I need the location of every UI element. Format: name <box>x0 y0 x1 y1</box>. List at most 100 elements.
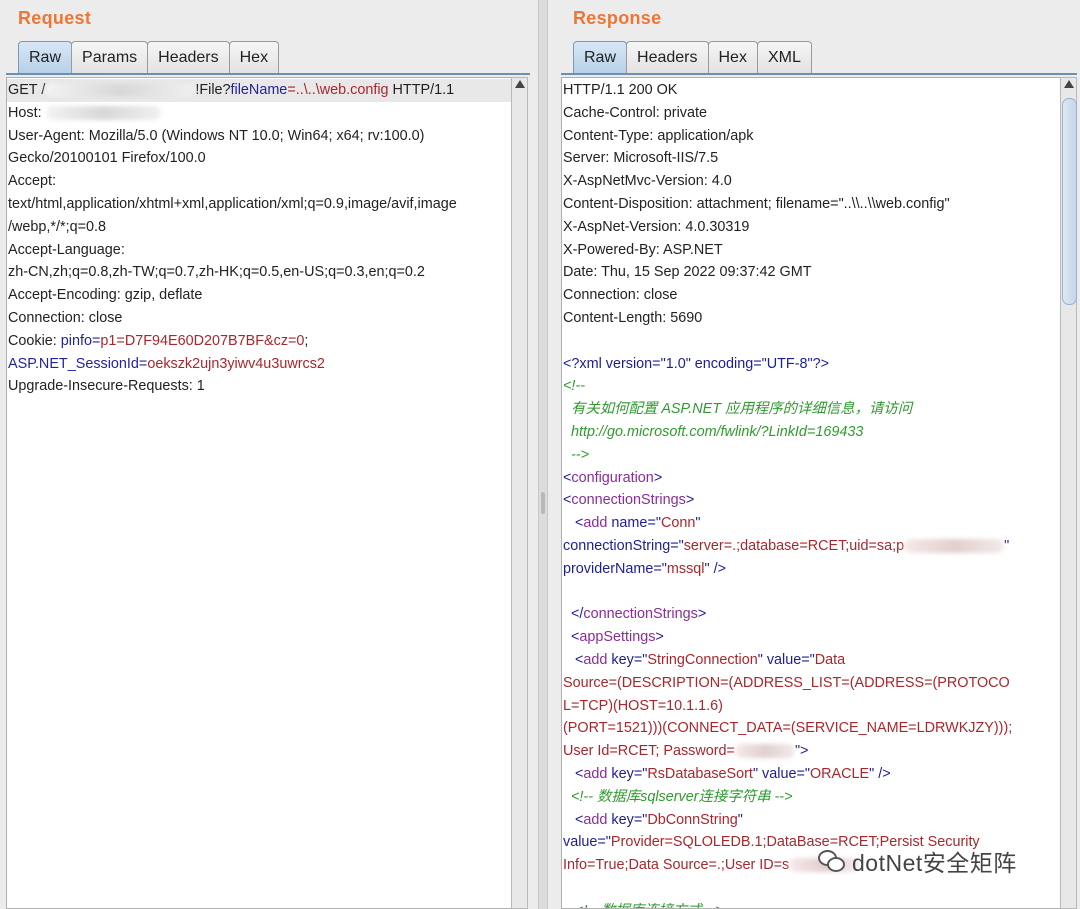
code-token: add <box>583 515 612 532</box>
code-token: =" <box>633 651 648 668</box>
code-line[interactable]: Gecko/20100101 Firefox/100.0 <box>7 147 511 170</box>
code-line[interactable]: (PORT=1521)))(CONNECT_DATA=(SERVICE_NAME… <box>562 717 1060 740</box>
code-token: Cache-Control: private <box>563 104 707 121</box>
code-line[interactable]: X-Powered-By: ASP.NET <box>562 239 1060 262</box>
code-line[interactable]: Content-Length: 5690 <box>562 307 1060 330</box>
code-line[interactable]: <!-- 数据库连接方式 --> <box>562 900 1060 908</box>
code-line[interactable]: Cookie: pinfo=p1=D7F94E60D207B7BF&cz=0; <box>7 330 511 353</box>
scroll-thumb[interactable] <box>1062 98 1077 305</box>
code-line[interactable]: Accept: <box>7 170 511 193</box>
code-token: ASP.NET_SessionId <box>8 355 139 372</box>
code-line[interactable]: Source=(DESCRIPTION=(ADDRESS_LIST=(ADDRE… <box>562 672 1060 695</box>
response-tab-xml[interactable]: XML <box>756 41 812 73</box>
code-token: (PORT=1521)))(CONNECT_DATA=(SERVICE_NAME… <box>563 720 1013 737</box>
code-line[interactable]: GET / !File?fileName=..\..\web.config HTT… <box>7 79 511 102</box>
request-pane: Request Raw Params Headers Hex GET / !Fil… <box>0 0 538 909</box>
code-line[interactable]: Content-Type: application/apk <box>562 125 1060 148</box>
code-token: =" <box>670 537 684 554</box>
code-line[interactable]: http://go.microsoft.com/fwlink/?LinkId=1… <box>562 421 1060 444</box>
code-line[interactable]: X-AspNet-Version: 4.0.30319 <box>562 216 1060 239</box>
code-token: http://go.microsoft.com/fwlink/?LinkId=1… <box>563 423 864 440</box>
code-token: > <box>655 629 664 646</box>
code-token: !File? <box>195 82 231 98</box>
code-token: " <box>695 515 701 532</box>
code-line[interactable]: <!-- <box>562 375 1060 398</box>
split-pane-divider[interactable] <box>538 0 548 909</box>
response-scrollbar[interactable] <box>1060 77 1077 909</box>
code-line[interactable]: Content-Disposition: attachment; filenam… <box>562 193 1060 216</box>
code-line[interactable]: Server: Microsoft-IIS/7.5 <box>562 147 1060 170</box>
response-tab-hex[interactable]: Hex <box>707 41 758 73</box>
code-token: HTTP/1.1 200 OK <box>563 82 678 98</box>
code-token: Date: Thu, 15 Sep 2022 09:37:42 GMT <box>563 264 812 281</box>
scroll-up-arrow-icon[interactable] <box>515 80 525 88</box>
code-token: connectionStrings <box>583 606 698 623</box>
code-line[interactable]: HTTP/1.1 200 OK <box>562 79 1060 102</box>
code-line[interactable]: Connection: close <box>7 307 511 330</box>
request-tab-params[interactable]: Params <box>71 41 149 73</box>
code-line[interactable]: <add key="DbConnString" <box>562 809 1060 832</box>
request-editor[interactable]: GET / !File?fileName=..\..\web.config HTT… <box>6 77 512 909</box>
scroll-up-arrow-icon[interactable] <box>1064 80 1074 88</box>
code-line[interactable]: <appSettings> <box>562 626 1060 649</box>
code-line[interactable]: Host: <box>7 102 511 125</box>
response-pane: Response Raw Headers Hex XML HTTP/1.1 20… <box>548 0 1080 909</box>
request-tab-raw[interactable]: Raw <box>18 41 73 74</box>
code-line[interactable]: ASP.NET_SessionId=oekszk2ujn3yiwv4u3uwrc… <box>7 353 511 376</box>
response-tab-raw[interactable]: Raw <box>573 41 628 74</box>
code-line[interactable]: <connectionStrings> <box>562 489 1060 512</box>
code-line[interactable]: text/html,application/xhtml+xml,applicat… <box>7 193 511 216</box>
code-token: =" <box>653 560 667 577</box>
code-line[interactable]: /webp,*/*;q=0.8 <box>7 216 511 239</box>
code-token: < <box>563 811 584 828</box>
code-token: " /> <box>704 560 727 577</box>
code-line[interactable]: Date: Thu, 15 Sep 2022 09:37:42 GMT <box>562 261 1060 284</box>
request-scrollbar[interactable] <box>511 77 528 909</box>
code-token: " <box>752 765 763 782</box>
code-token: connectionStrings <box>571 492 686 509</box>
request-tab-hex[interactable]: Hex <box>228 41 280 73</box>
code-token: ORACLE <box>809 765 870 782</box>
code-line[interactable]: </connectionStrings> <box>562 603 1060 626</box>
response-editor[interactable]: HTTP/1.1 200 OK Cache-Control: private Con… <box>561 77 1061 909</box>
code-line[interactable]: <add name="Conn" <box>562 512 1060 535</box>
divider-grip-icon[interactable] <box>541 492 545 514</box>
code-token: > <box>685 492 695 509</box>
code-line[interactable]: Upgrade-Insecure-Requests: 1 <box>7 375 511 398</box>
code-line[interactable]: Accept-Language: <box>7 239 511 262</box>
request-tab-headers[interactable]: Headers <box>147 41 230 73</box>
response-raw-text[interactable]: HTTP/1.1 200 OK Cache-Control: private Con… <box>562 78 1060 908</box>
code-token: =" <box>597 834 611 851</box>
code-line[interactable]: User Id=RCET; Password= "> <box>562 740 1060 763</box>
code-line[interactable]: L=TCP)(HOST=10.1.1.6) <box>562 695 1060 718</box>
response-title: Response <box>573 8 662 28</box>
code-line[interactable]: connectionString="server=.;database=RCET… <box>562 535 1060 558</box>
code-line[interactable]: Accept-Encoding: gzip, deflate <box>7 284 511 307</box>
code-line[interactable] <box>562 581 1060 604</box>
code-line[interactable]: 有关如何配置 ASP.NET 应用程序的详细信息，请访问 <box>562 398 1060 421</box>
response-tab-headers[interactable]: Headers <box>626 41 709 73</box>
code-line[interactable]: <add key="StringConnection" value="Data <box>562 649 1060 672</box>
code-line[interactable]: providerName="mssql" /> <box>562 558 1060 581</box>
code-token: < <box>563 651 584 668</box>
code-line[interactable] <box>562 877 1060 900</box>
request-raw-text[interactable]: GET / !File?fileName=..\..\web.config HTT… <box>7 78 511 398</box>
code-line[interactable]: User-Agent: Mozilla/5.0 (Windows NT 10.0… <box>7 125 511 148</box>
code-line[interactable]: zh-CN,zh;q=0.8,zh-TW;q=0.7,zh-HK;q=0.5,e… <box>7 261 511 284</box>
code-line[interactable]: <!-- 数据库sqlserver连接字符串 --> <box>562 786 1060 809</box>
code-line[interactable]: Connection: close <box>562 284 1060 307</box>
code-token: <!-- 数据库sqlserver连接字符串 --> <box>563 788 793 805</box>
code-line[interactable] <box>562 330 1060 353</box>
code-line[interactable]: --> <box>562 444 1060 467</box>
code-line[interactable]: <add key="RsDatabaseSort" value="ORACLE"… <box>562 763 1060 786</box>
code-line[interactable]: Cache-Control: private <box>562 102 1060 125</box>
code-token: < <box>563 765 584 782</box>
code-token: connectionString <box>563 537 671 554</box>
redacted-blur <box>734 744 795 759</box>
redacted-blur <box>904 539 1005 554</box>
code-token: =" <box>633 811 648 828</box>
code-token: value <box>563 834 598 851</box>
code-line[interactable]: <?xml version="1.0" encoding="UTF-8"?> <box>562 353 1060 376</box>
code-line[interactable]: X-AspNetMvc-Version: 4.0 <box>562 170 1060 193</box>
code-line[interactable]: <configuration> <box>562 467 1060 490</box>
